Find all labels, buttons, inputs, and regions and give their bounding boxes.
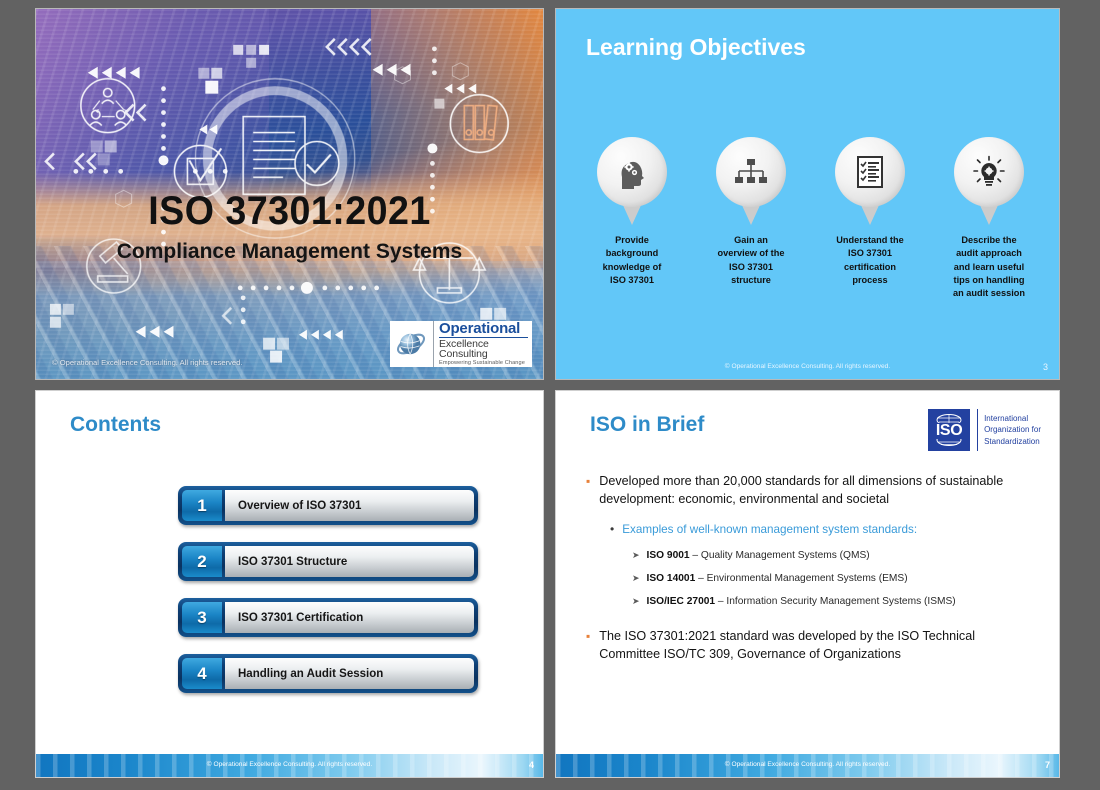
logo-line-2: Excellence Consulting bbox=[439, 337, 489, 361]
standard-entry: ISO 14001 – Environmental Management Sys… bbox=[647, 573, 908, 584]
bullet-text: The ISO 37301:2021 standard was develope… bbox=[599, 629, 975, 661]
operational-excellence-logo: Operational Excellence Consulting Empowe… bbox=[390, 320, 532, 368]
bullet-level-1: ▪ The ISO 37301:2021 standard was develo… bbox=[586, 628, 1037, 664]
title-text-block: ISO 37301:2021 Compliance Management Sys… bbox=[36, 191, 543, 264]
logo-tagline: Empowering Sustainable Change bbox=[439, 360, 525, 367]
copyright-notice: © Operational Excellence Consulting. All… bbox=[206, 761, 373, 768]
pin-marker bbox=[835, 137, 905, 225]
slide-number: 7 bbox=[1044, 760, 1050, 770]
iso-logo: ISO International Organization for Stand… bbox=[928, 409, 1041, 451]
iso-fullname: International Organization for Standardi… bbox=[977, 409, 1041, 451]
slide-contents[interactable]: Contents 1 Overview of ISO 37301 2 ISO 3… bbox=[35, 390, 544, 778]
contents-list: 1 Overview of ISO 37301 2 ISO 37301 Stru… bbox=[178, 486, 478, 710]
pin-marker bbox=[954, 137, 1024, 225]
slide-heading: ISO in Brief bbox=[590, 413, 705, 436]
objectives-row: Provide background knowledge of ISO 37301 bbox=[576, 137, 1045, 301]
org-chart-icon bbox=[735, 159, 767, 183]
contents-item-1[interactable]: 1 Overview of ISO 37301 bbox=[178, 486, 478, 525]
iso-name-line-1: International bbox=[984, 413, 1029, 423]
objective-label: Gain an overview of the ISO 37301 structure bbox=[717, 235, 785, 286]
pin-marker bbox=[597, 137, 667, 225]
page-title: ISO 37301:2021 bbox=[148, 189, 431, 233]
standard-desc: – Quality Management Systems (QMS) bbox=[689, 550, 870, 562]
square-bullet-icon: ▪ bbox=[586, 629, 591, 644]
slide-heading: Contents bbox=[70, 413, 161, 436]
standard-desc: – Information Security Management System… bbox=[715, 596, 956, 608]
iso-name-line-3: Standardization bbox=[984, 436, 1040, 446]
bullet-level-2: • Examples of well-known management syst… bbox=[610, 522, 1037, 538]
slide-number: 3 bbox=[1042, 362, 1048, 372]
contents-item-3[interactable]: 3 ISO 37301 Certification bbox=[178, 598, 478, 637]
objective-item[interactable]: Provide background knowledge of ISO 37301 bbox=[576, 137, 688, 301]
pin-marker bbox=[716, 137, 786, 225]
objective-label: Understand the ISO 37301 certification proc… bbox=[836, 235, 904, 286]
contents-item-4[interactable]: 4 Handling an Audit Session bbox=[178, 654, 478, 693]
head-gears-icon bbox=[621, 161, 644, 189]
item-label: Handling an Audit Session bbox=[225, 658, 474, 689]
lightbulb-gear-icon bbox=[973, 155, 1005, 186]
objective-label: Describe the audit approach and learn usef… bbox=[953, 235, 1025, 299]
objective-item[interactable]: Understand the ISO 37301 certification proc… bbox=[814, 137, 926, 301]
item-number: 3 bbox=[182, 602, 222, 633]
checklist-clipboard-icon bbox=[857, 156, 883, 188]
objective-item[interactable]: Gain an overview of the ISO 37301 structure bbox=[695, 137, 807, 301]
iso-body-content: ▪ Developed more than 20,000 standards f… bbox=[586, 473, 1037, 675]
bullet-level-3: ➤ ISO/IEC 27001 – Information Security M… bbox=[632, 596, 1037, 607]
standard-entry: ISO/IEC 27001 – Information Security Man… bbox=[647, 596, 956, 607]
bullet-level-1: ▪ Developed more than 20,000 standards f… bbox=[586, 473, 1037, 509]
chevron-bullet-icon: ➤ bbox=[632, 550, 640, 561]
item-number: 4 bbox=[182, 658, 222, 689]
slide-heading: Learning Objectives bbox=[586, 34, 806, 60]
standard-code: ISO/IEC 27001 bbox=[646, 596, 716, 608]
slide-iso-in-brief[interactable]: ISO in Brief ISO International Organizat… bbox=[555, 390, 1060, 778]
slide-learning-objectives[interactable]: Learning Objectives Provide background k… bbox=[555, 8, 1060, 380]
slide-footer-bar: © Operational Excellence Consulting. All… bbox=[556, 754, 1059, 777]
copyright-notice: © Operational Excellence Consulting. All… bbox=[724, 363, 891, 370]
chevron-bullet-icon: ➤ bbox=[632, 596, 640, 607]
copyright-notice: © Operational Excellence Consulting. All… bbox=[724, 761, 891, 768]
dot-bullet-icon: • bbox=[610, 521, 615, 536]
slide-title[interactable]: ISO 37301:2021 Compliance Management Sys… bbox=[35, 8, 544, 380]
globe-icon bbox=[397, 333, 425, 355]
bullet-text: Examples of well-known management system… bbox=[622, 522, 918, 536]
slide-number: 4 bbox=[528, 760, 534, 770]
contents-item-2[interactable]: 2 ISO 37301 Structure bbox=[178, 542, 478, 581]
standard-entry: ISO 9001 – Quality Management Systems (Q… bbox=[647, 550, 870, 561]
bullet-text: Developed more than 20,000 standards for… bbox=[599, 474, 1004, 506]
standard-desc: – Environmental Management Systems (EMS) bbox=[695, 573, 908, 585]
iso-name-line-2: Organization for bbox=[984, 425, 1041, 435]
copyright-notice: © Operational Excellence Consulting. All… bbox=[52, 358, 243, 367]
bullet-level-3: ➤ ISO 14001 – Environmental Management S… bbox=[632, 573, 1037, 584]
iso-wordmark: ISO bbox=[935, 422, 963, 439]
page-subtitle: Compliance Management Systems bbox=[116, 240, 463, 263]
slide-thumbnail-grid: ISO 37301:2021 Compliance Management Sys… bbox=[0, 0, 1100, 790]
logo-line-1: Operational bbox=[439, 321, 528, 338]
item-label: ISO 37301 Structure bbox=[225, 546, 474, 577]
iso-globe-bottom-icon bbox=[936, 439, 962, 446]
item-number: 1 bbox=[182, 490, 222, 521]
square-bullet-icon: ▪ bbox=[586, 474, 591, 488]
slide-footer-bar: © Operational Excellence Consulting. All… bbox=[36, 754, 543, 777]
chevron-bullet-icon: ➤ bbox=[632, 573, 640, 584]
item-number: 2 bbox=[182, 546, 222, 577]
standard-code: ISO 14001 bbox=[646, 573, 696, 585]
standard-code: ISO 9001 bbox=[646, 550, 690, 562]
objective-item[interactable]: Describe the audit approach and learn usef… bbox=[933, 137, 1045, 301]
item-label: Overview of ISO 37301 bbox=[225, 490, 474, 521]
objective-label: Provide background knowledge of ISO 37301 bbox=[602, 235, 662, 286]
bullet-level-3: ➤ ISO 9001 – Quality Management Systems … bbox=[632, 550, 1037, 561]
item-label: ISO 37301 Certification bbox=[225, 602, 474, 633]
iso-globe-icon: ISO bbox=[928, 409, 971, 451]
